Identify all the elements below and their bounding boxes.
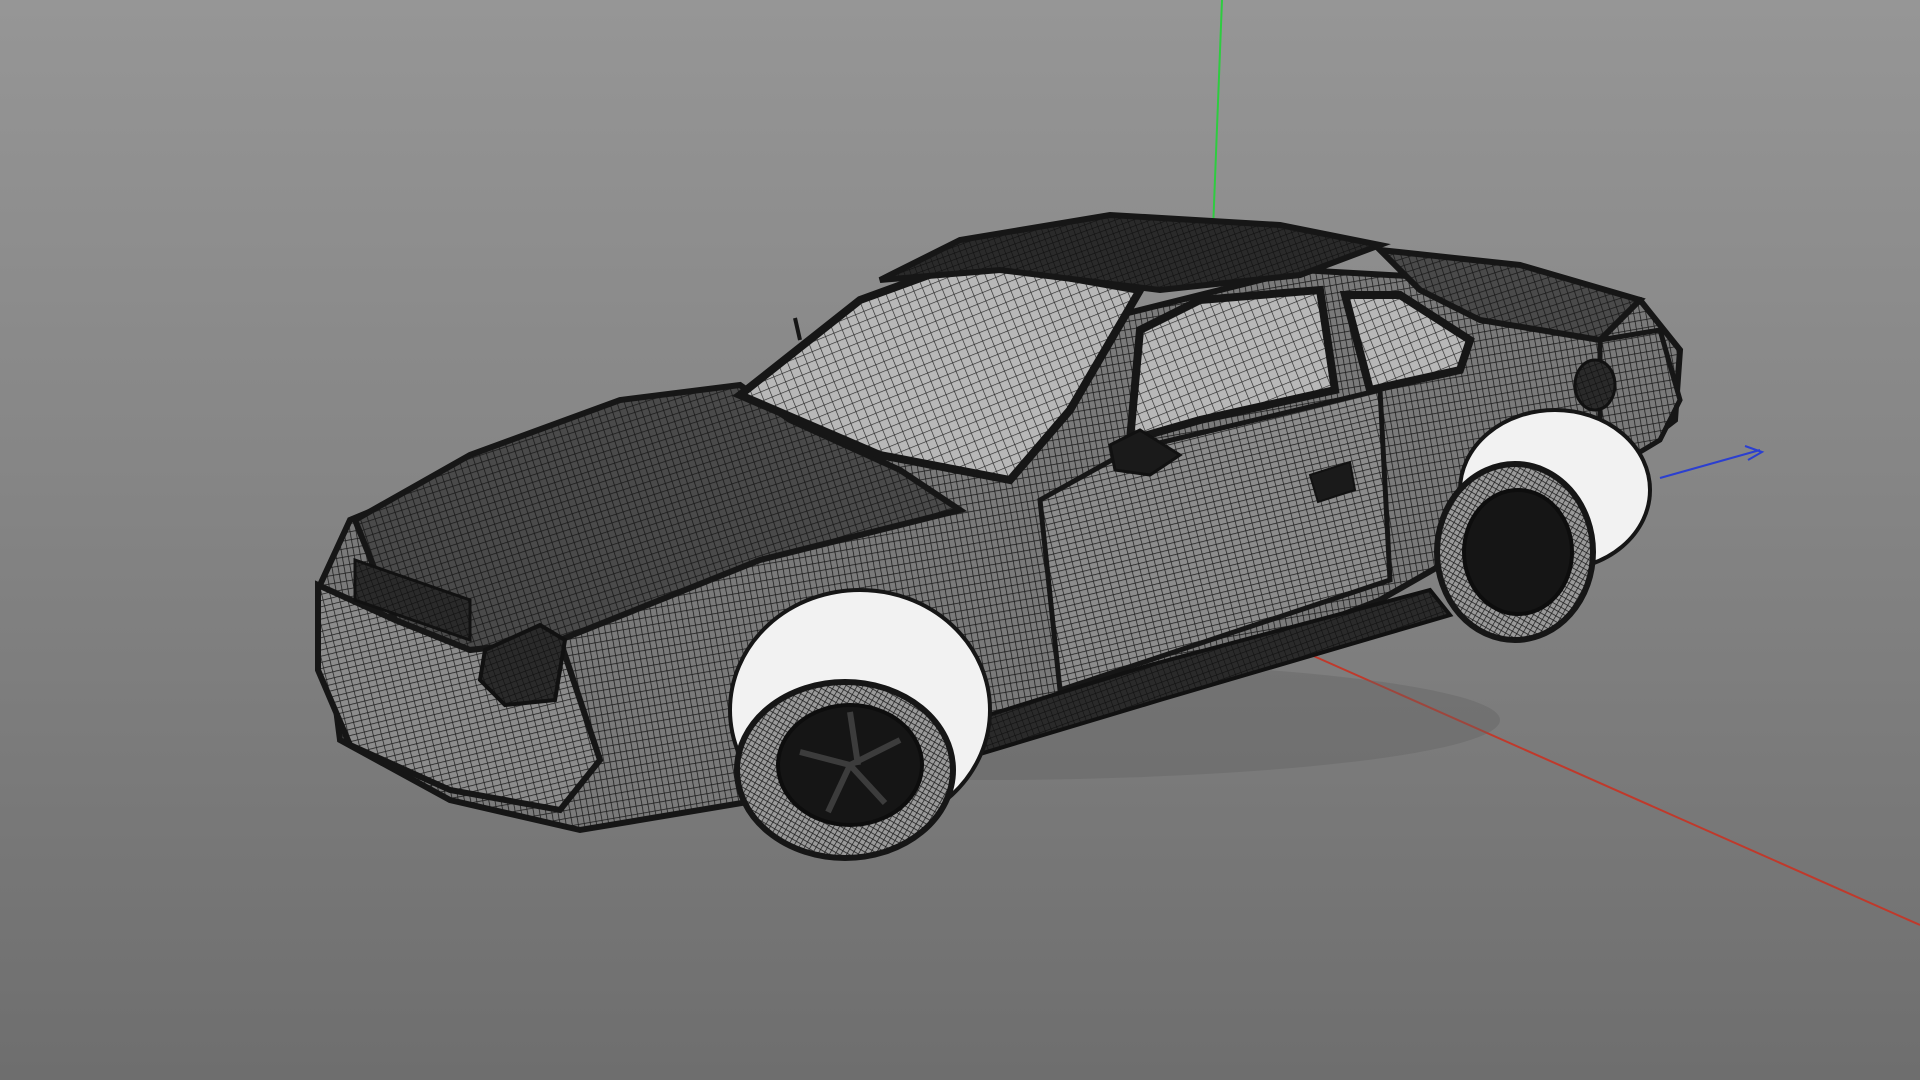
car-wireframe-model[interactable]: [315, 211, 1684, 861]
antenna: [793, 317, 802, 341]
3d-viewport[interactable]: [0, 0, 1920, 1080]
front-wheel: [728, 588, 992, 861]
z-axis-line: [1659, 449, 1761, 479]
y-axis-line: [1212, 0, 1223, 231]
viewport-canvas[interactable]: [0, 0, 1920, 1080]
rear-rim: [1462, 488, 1574, 616]
fuel-door: [1573, 358, 1617, 412]
